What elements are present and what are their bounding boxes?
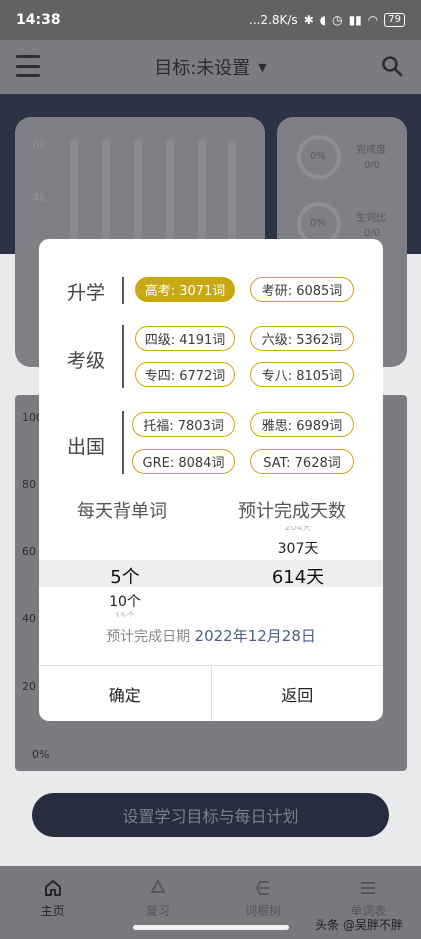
group-divider: [122, 277, 124, 304]
tab-label: 复习: [145, 904, 170, 918]
tab-label: 主页: [40, 904, 65, 918]
daily-picker-option[interactable]: 15个: [65, 609, 185, 617]
chip-kaoyan[interactable]: 考研: 6085词: [250, 277, 354, 302]
axis-label: 6k: [32, 138, 47, 152]
y-tick: 80: [22, 478, 36, 491]
recycle-icon: [150, 880, 165, 893]
dialog-button-row: 确定 返回: [39, 665, 383, 721]
group-divider: [122, 411, 124, 474]
home-icon: [44, 880, 61, 896]
progress-bar: [134, 140, 142, 250]
chip-sat[interactable]: SAT: 7628词: [250, 449, 354, 474]
network-speed: ...2.8K/s: [248, 13, 298, 27]
completion-label: 完成度: [356, 145, 386, 156]
status-time: 14:38: [16, 12, 61, 28]
chevron-down-icon: ▼: [258, 60, 267, 74]
bluetooth-icon: ✱: [303, 13, 314, 27]
group-divider: [122, 325, 124, 388]
days-picker-option[interactable]: 204天: [238, 526, 358, 534]
menu-icon[interactable]: [16, 55, 40, 77]
root-tree-icon: [256, 881, 270, 895]
days-picker-option[interactable]: 307天: [238, 538, 358, 558]
daily-picker-selected[interactable]: 5个: [65, 563, 185, 589]
search-icon[interactable]: [381, 55, 403, 77]
axis-label: 4k: [32, 191, 47, 205]
finish-date-label: 预计完成日期: [106, 629, 191, 645]
completion-value: 0%: [310, 151, 326, 162]
status-bar: 14:38 ...2.8K/s ✱ ◖ ◷ ▮▮ ◠ 79: [0, 0, 421, 40]
estimated-days-label: 预计完成天数: [238, 501, 346, 522]
set-goal-button[interactable]: 设置学习目标与每日计划: [32, 793, 389, 837]
mute-icon: ◖: [319, 13, 327, 27]
chip-tem8[interactable]: 专八: 8105词: [250, 362, 354, 387]
finish-date-value: 2022年12月28日: [194, 627, 316, 645]
completion-count: 0/0: [364, 160, 381, 171]
progress-bar: [198, 140, 206, 250]
new-words-value: 0%: [310, 218, 326, 229]
group-label-study-abroad: 出国: [67, 436, 106, 458]
finish-date-row: 预计完成日期 2022年12月28日: [39, 625, 383, 646]
confirm-button[interactable]: 确定: [39, 666, 211, 721]
group-label-exam-level: 考级: [67, 350, 106, 372]
signal-icon: ▮▮: [348, 13, 362, 27]
progress-bar: [70, 140, 78, 250]
group-label-further-study: 升学: [67, 282, 106, 304]
progress-bar: [228, 140, 236, 250]
back-button[interactable]: 返回: [210, 666, 384, 721]
battery-icon: 79: [384, 13, 405, 27]
tab-home[interactable]: 主页: [0, 866, 105, 939]
wifi-icon: ◠: [367, 13, 379, 27]
chip-tem4[interactable]: 专四: 6772词: [135, 362, 235, 387]
alarm-icon: ◷: [332, 13, 343, 27]
chip-ielts[interactable]: 雅思: 6989词: [250, 412, 354, 437]
days-picker-selected[interactable]: 614天: [238, 563, 358, 589]
y-tick: 40: [22, 612, 36, 625]
home-indicator[interactable]: [133, 925, 289, 930]
chip-gaokao[interactable]: 高考: 3071词: [135, 277, 235, 302]
y-tick: 0%: [32, 748, 50, 761]
list-icon: [361, 882, 376, 894]
chip-cet4[interactable]: 四级: 4191词: [135, 326, 235, 351]
y-tick: 60: [22, 545, 36, 558]
watermark: 头条 @吴胖不胖: [315, 918, 403, 932]
progress-bar: [102, 140, 110, 250]
page-title: 目标:未设置: [154, 58, 251, 79]
goal-dialog: 升学 高考: 3071词 考研: 6085词 考级 四级: 4191词 六级: …: [39, 239, 383, 721]
chip-gre[interactable]: GRE: 8084词: [132, 449, 235, 474]
daily-words-label: 每天背单词: [77, 501, 167, 522]
progress-bar: [166, 140, 174, 250]
y-tick: 20: [22, 680, 36, 693]
app-header: 目标:未设置 ▼: [0, 40, 421, 94]
chip-toefl[interactable]: 托福: 7803词: [132, 412, 235, 437]
tab-label: 词根树: [245, 904, 282, 918]
new-words-label: 生词比: [356, 213, 386, 224]
daily-picker-option[interactable]: 10个: [65, 591, 185, 611]
goal-selector[interactable]: 目标:未设置 ▼: [154, 54, 267, 80]
chip-cet6[interactable]: 六级: 5362词: [250, 326, 354, 351]
status-icons: ...2.8K/s ✱ ◖ ◷ ▮▮ ◠ 79: [249, 13, 405, 27]
